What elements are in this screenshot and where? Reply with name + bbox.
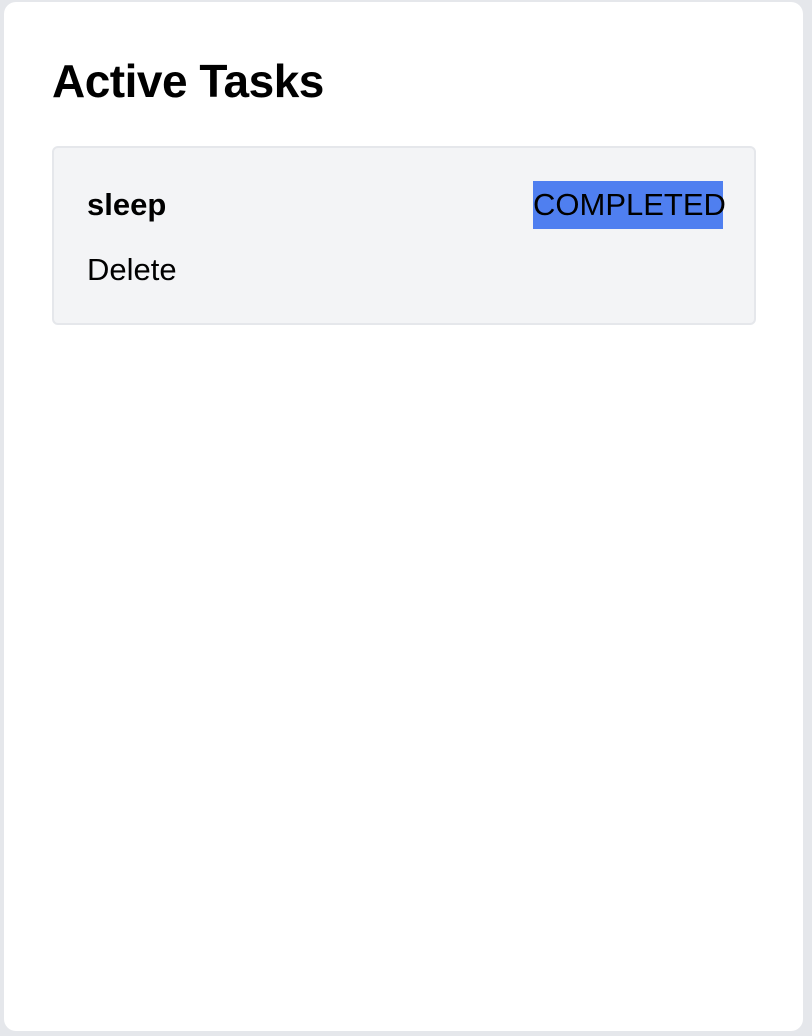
panel-title: Active Tasks	[52, 55, 324, 107]
delete-button[interactable]: Delete	[87, 254, 177, 285]
status-badge[interactable]: COMPLETED	[533, 181, 726, 229]
task-name: sleep	[87, 187, 167, 222]
tasks-panel: Active Tasks sleep COMPLETED Delete	[4, 2, 803, 1031]
task-card: sleep COMPLETED Delete	[52, 146, 756, 325]
